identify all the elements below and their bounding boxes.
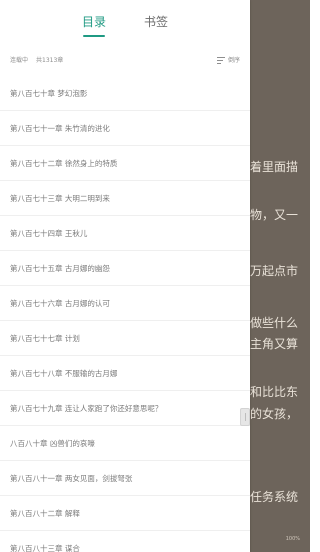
reader-text-line: 主角又算 [250,337,299,351]
reader-text-line: 做些什么 [250,316,299,330]
book-meta-left: 连载中 共1313章 [10,55,63,64]
drawer-tabs: 目录 书签 [0,0,250,43]
chapter-item[interactable]: 第八百七十七章 计划 [0,321,250,356]
book-meta-row: 连载中 共1313章 倒序 [0,43,250,76]
chapter-item[interactable]: 第八百七十五章 古月娜的幽怨 [0,251,250,286]
sort-icon [216,56,225,64]
reader-background: 着里面描 物，又一 万起点市 做些什么 主角又算 和比比东 的女孩， 任务系统 … [250,0,310,552]
chapter-item[interactable]: 第八百八十二章 解释 [0,496,250,531]
chapter-item[interactable]: 第八百八十一章 两女见面，剑拔弩张 [0,461,250,496]
battery-indicator: 100% [285,536,300,542]
chapter-list: 第八百七十章 梦幻泡影 第八百七十一章 朱竹清的进化 第八百七十二章 徐然身上的… [0,76,250,552]
chapter-item[interactable]: 第八百七十三章 大明二明到来 [0,181,250,216]
chapter-item[interactable]: 第八百七十六章 古月娜的认可 [0,286,250,321]
chapter-item[interactable]: 第八百七十四章 王秋儿 [0,216,250,251]
reader-text-line: 万起点市 [250,264,299,278]
reader-text-line: 着里面描 [250,160,299,174]
chapter-item[interactable]: 第八百七十二章 徐然身上的特质 [0,146,250,181]
reader-text-line: 物，又一 [250,208,299,222]
chapter-item[interactable]: 第八百七十一章 朱竹清的进化 [0,111,250,146]
chapter-count: 共1313章 [36,57,64,64]
sort-label: 倒序 [227,57,240,64]
chapter-item[interactable]: 第八百七十九章 连让人家跑了你还好意思呢？ [0,391,250,426]
chapter-item[interactable]: 第八百七十八章 不服输的古月娜 [0,356,250,391]
reader-text-line: 和比比东 [250,385,299,399]
reader-text-line: 任务系统 [250,490,299,504]
chapter-item[interactable]: 八百八十章 凶兽们的哀嚎 [0,426,250,461]
scroll-handle[interactable] [240,408,250,426]
tab-bookmarks[interactable]: 书签 [142,7,170,36]
chapter-item[interactable]: 第八百七十章 梦幻泡影 [0,76,250,111]
chapter-item[interactable]: 第八百八十三章 谋合 [0,531,250,552]
sort-toggle-button[interactable]: 倒序 [216,55,240,64]
tab-catalog[interactable]: 目录 [80,7,108,36]
reader-text-line: 的女孩， [250,407,299,421]
chapter-drawer: 目录 书签 连载中 共1313章 倒序 第八百七十章 梦幻泡影 第八百七十一章 … [0,0,250,552]
serial-status: 连载中 [10,57,29,64]
app-screen: 着里面描 物，又一 万起点市 做些什么 主角又算 和比比东 的女孩， 任务系统 … [0,0,310,552]
